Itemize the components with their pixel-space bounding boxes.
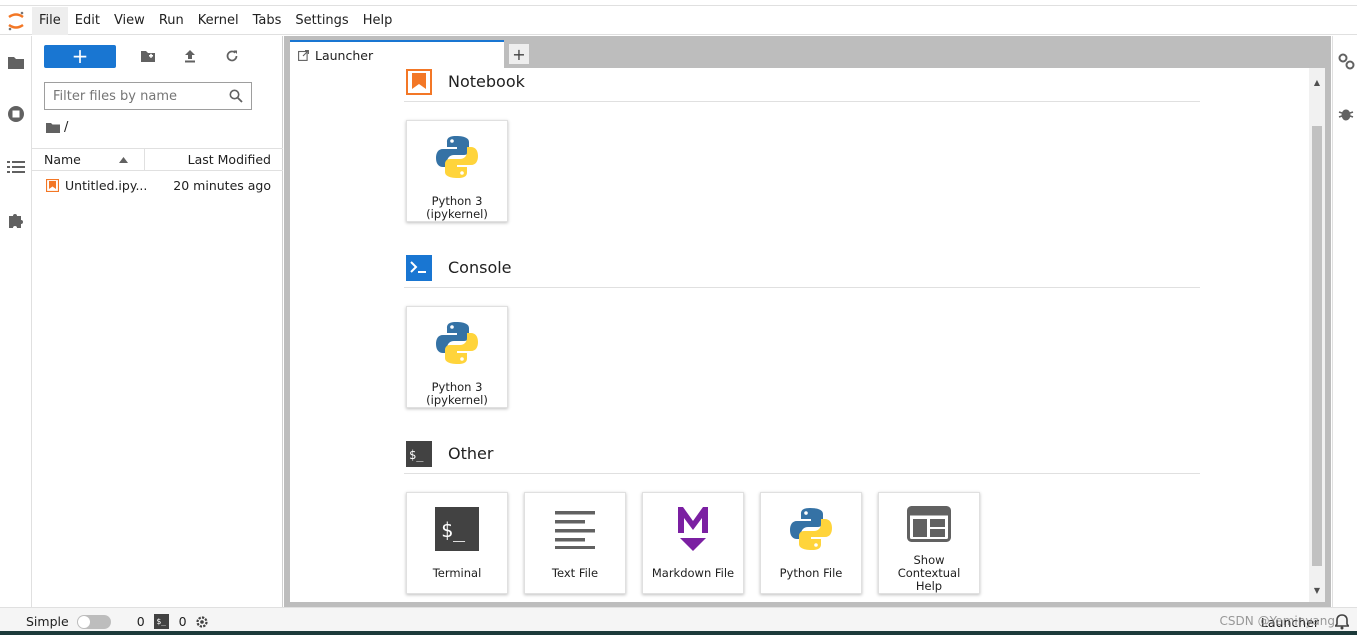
search-icon	[229, 89, 243, 103]
launcher-card-python-file[interactable]: Python File	[760, 492, 862, 594]
launcher-scrollbar[interactable]: ▲ ▼	[1309, 68, 1325, 602]
scroll-down-arrow-icon[interactable]: ▼	[1309, 582, 1325, 598]
menu-tabs[interactable]: Tabs	[246, 7, 289, 35]
file-list-header: Name Last Modified	[32, 148, 283, 171]
breadcrumb-root[interactable]: /	[64, 120, 68, 135]
launcher-card-terminal[interactable]: $_ Terminal	[406, 492, 508, 594]
card-label: Python 3 (ipykernel)	[426, 380, 488, 407]
scroll-thumb[interactable]	[1312, 126, 1322, 566]
launcher-card-console-python3[interactable]: Python 3 (ipykernel)	[406, 306, 508, 408]
file-modified: 20 minutes ago	[173, 177, 271, 193]
section-title: Notebook	[448, 72, 525, 91]
menu-run[interactable]: Run	[152, 7, 191, 35]
card-label: Python File	[779, 566, 843, 580]
card-label: Show Contextual Help	[897, 553, 961, 593]
terminal-status-icon[interactable]: $_	[153, 614, 169, 629]
contextual-help-icon	[903, 503, 955, 545]
simple-mode-label: Simple	[26, 614, 69, 629]
new-launcher-button[interactable]: +	[44, 44, 116, 68]
markdown-icon	[667, 503, 719, 555]
file-browser-panel: + / Name Last Modified	[32, 36, 283, 607]
notebook-file-icon	[46, 178, 59, 192]
running-icon[interactable]	[6, 104, 26, 124]
menu-kernel[interactable]: Kernel	[191, 7, 246, 35]
svg-text:$_: $_	[441, 518, 466, 542]
section-title: Console	[448, 258, 512, 277]
main-dock-area: Launcher + Notebook Python 3 (ipykernel)	[284, 36, 1331, 607]
launcher-card-markdown-file[interactable]: Markdown File	[642, 492, 744, 594]
file-row[interactable]: Untitled.ipy... 20 minutes ago	[32, 174, 283, 196]
new-folder-icon[interactable]	[138, 46, 158, 66]
terminals-count: 0	[136, 614, 145, 629]
kernel-status-gear-icon[interactable]	[195, 615, 209, 629]
tab-bar: Launcher +	[290, 40, 530, 68]
terminal-icon: $_	[431, 503, 483, 555]
python-logo-icon	[431, 317, 483, 369]
python-logo-icon	[431, 131, 483, 183]
file-browser-toolbar: +	[44, 44, 242, 68]
svg-text:$_: $_	[409, 448, 424, 462]
tab-label: Launcher	[315, 47, 374, 63]
bottom-edge	[0, 631, 1357, 635]
launcher-card-notebook-python3[interactable]: Python 3 (ipykernel)	[406, 120, 508, 222]
launcher-panel: Notebook Python 3 (ipykernel) Console Py…	[290, 68, 1325, 602]
menu-edit[interactable]: Edit	[68, 7, 107, 35]
jupyter-logo-icon	[0, 7, 32, 35]
text-file-icon	[549, 503, 601, 555]
menu-settings[interactable]: Settings	[288, 7, 355, 35]
property-inspector-icon[interactable]	[1337, 52, 1355, 70]
menu-view[interactable]: View	[107, 7, 152, 35]
window-top-strip	[0, 0, 1357, 6]
refresh-icon[interactable]	[222, 46, 242, 66]
section-notebook-header: Notebook	[404, 68, 1200, 102]
debugger-bug-icon[interactable]	[1337, 105, 1355, 123]
card-label: Python 3 (ipykernel)	[426, 194, 488, 221]
menu-help[interactable]: Help	[356, 7, 400, 35]
menu-bar: File Edit View Run Kernel Tabs Settings …	[0, 6, 1357, 35]
scroll-up-arrow-icon[interactable]: ▲	[1309, 74, 1325, 90]
column-name-header[interactable]: Name	[32, 149, 145, 170]
watermark-text: CSDN @Yeminyang	[1219, 614, 1335, 628]
toc-icon[interactable]	[6, 157, 26, 177]
other-section-icon: $_	[406, 440, 432, 467]
notebook-section-icon	[406, 68, 432, 95]
card-label: Text File	[551, 566, 599, 580]
console-section-icon	[406, 254, 432, 281]
launcher-card-contextual-help[interactable]: Show Contextual Help	[878, 492, 980, 594]
filter-files-field[interactable]	[44, 82, 252, 110]
card-label: Terminal	[432, 566, 482, 580]
folder-icon[interactable]	[46, 122, 60, 133]
launcher-icon	[298, 49, 309, 61]
extension-icon[interactable]	[6, 210, 26, 230]
section-console-header: Console	[404, 248, 1200, 288]
column-modified-header[interactable]: Last Modified	[145, 152, 283, 167]
column-name-label: Name	[44, 152, 81, 167]
python-logo-icon	[785, 503, 837, 555]
card-label: Markdown File	[651, 566, 735, 580]
notification-bell-icon[interactable]	[1335, 614, 1349, 630]
tab-launcher[interactable]: Launcher	[290, 40, 504, 68]
menu-file[interactable]: File	[32, 6, 68, 35]
kernels-count: 0	[178, 614, 187, 629]
breadcrumb: /	[46, 120, 68, 135]
folder-icon[interactable]	[6, 52, 26, 72]
filter-files-input[interactable]	[53, 88, 225, 104]
upload-icon[interactable]	[180, 46, 200, 66]
section-title: Other	[448, 444, 494, 463]
file-name: Untitled.ipy...	[65, 177, 148, 193]
left-activity-bar	[0, 36, 32, 607]
simple-mode-toggle[interactable]	[76, 614, 111, 629]
launcher-card-text-file[interactable]: Text File	[524, 492, 626, 594]
sort-ascending-icon	[119, 156, 128, 163]
add-tab-button[interactable]: +	[508, 43, 530, 65]
section-other-header: $_ Other	[404, 434, 1200, 474]
right-sidebar	[1332, 36, 1357, 607]
